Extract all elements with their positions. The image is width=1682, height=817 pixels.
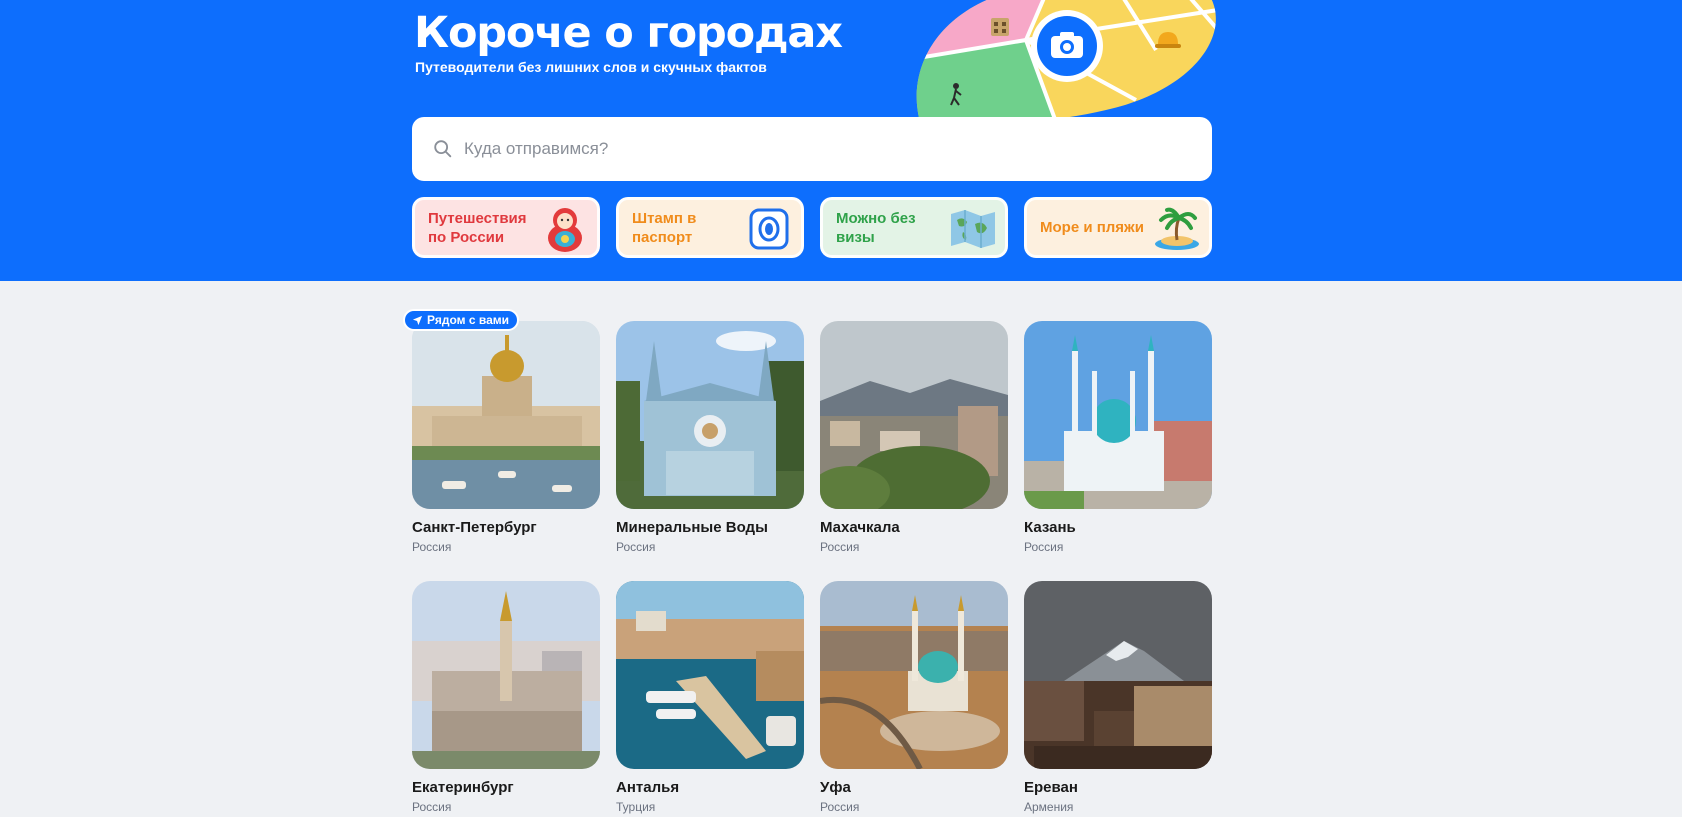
nearby-badge-label: Рядом с вами — [427, 313, 510, 327]
city-photo — [820, 581, 1008, 769]
city-photo — [1024, 581, 1212, 769]
search-input[interactable]: Куда отправимся? — [412, 117, 1212, 181]
city-country: Россия — [1024, 540, 1064, 554]
city-name: Махачкала — [820, 519, 900, 536]
city-name: Уфа — [820, 779, 851, 796]
city-card[interactable]: Минеральные Воды Россия — [616, 321, 804, 555]
city-photo — [820, 321, 1008, 509]
search-icon — [434, 140, 452, 158]
hero-banner: Короче о городах Путеводители без лишних… — [0, 0, 1682, 281]
category-label: Штамп в паспорт — [632, 209, 697, 246]
search-placeholder: Куда отправимся? — [464, 139, 609, 158]
city-photo — [616, 321, 804, 509]
city-photo — [1024, 321, 1212, 509]
matryoshka-icon — [548, 208, 582, 252]
page-title: Короче о городах — [414, 8, 843, 58]
hotel-icon — [991, 18, 1009, 36]
city-country: Россия — [820, 540, 860, 554]
city-photo — [412, 581, 600, 769]
category-label: Море и пляжи — [1040, 219, 1144, 236]
city-name: Анталья — [616, 779, 680, 796]
city-card[interactable]: Рядом с вами Санкт-Петербург Россия — [403, 309, 600, 555]
city-card[interactable]: Анталья Турция — [616, 581, 804, 815]
city-card[interactable]: Махачкала Россия — [820, 321, 1008, 555]
city-country: Россия — [412, 540, 452, 554]
city-photo — [412, 321, 600, 509]
category-label: Можно без визы — [836, 209, 916, 246]
page-subtitle: Путеводители без лишних слов и скучных ф… — [415, 59, 767, 75]
city-card[interactable]: Уфа Россия — [820, 581, 1008, 815]
city-name: Казань — [1024, 519, 1076, 536]
city-name: Екатеринбург — [412, 779, 514, 796]
city-name: Ереван — [1024, 779, 1078, 796]
map-illustration — [916, 0, 1216, 122]
city-grid: Рядом с вами Санкт-Петербург Россия Мине… — [403, 309, 1212, 815]
camera-icon — [1031, 10, 1103, 82]
city-country: Россия — [616, 540, 656, 554]
category-passport-stamp[interactable]: Штамп в паспорт — [616, 197, 804, 258]
city-country: Армения — [1024, 800, 1074, 814]
passport-stamp-icon — [749, 208, 789, 250]
city-country: Турция — [616, 800, 656, 814]
city-name: Минеральные Воды — [616, 519, 768, 536]
category-visa-free[interactable]: Можно без визы — [820, 197, 1008, 258]
category-russia-travel[interactable]: Путешествия по России — [412, 197, 600, 258]
city-card[interactable]: Екатеринбург Россия — [412, 581, 600, 815]
palm-island-icon — [1155, 207, 1199, 250]
city-card[interactable]: Казань Россия — [1024, 321, 1212, 555]
city-country: Россия — [820, 800, 860, 814]
city-photo — [616, 581, 804, 769]
city-card[interactable]: Ереван Армения — [1024, 581, 1212, 815]
location-arrow-icon — [412, 315, 423, 325]
category-sea-beaches[interactable]: Море и пляжи — [1024, 197, 1212, 258]
nearby-badge: Рядом с вами — [403, 309, 520, 331]
category-label: Путешествия по России — [428, 209, 527, 246]
category-list: Путешествия по России Штамп в паспорт Мо… — [412, 197, 1212, 258]
city-country: Россия — [412, 800, 452, 814]
city-name: Санкт-Петербург — [412, 519, 537, 536]
world-map-icon — [951, 210, 995, 248]
